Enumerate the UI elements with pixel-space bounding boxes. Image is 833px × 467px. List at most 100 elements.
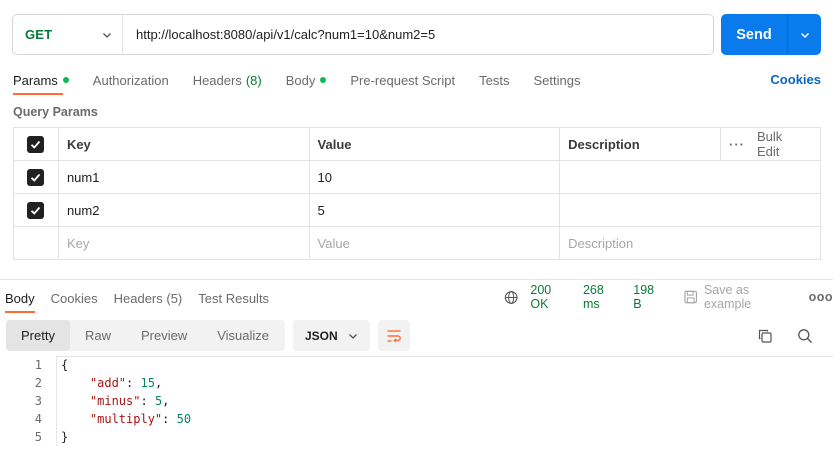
param-value-cell[interactable]: 10 bbox=[308, 160, 561, 194]
json-punctuation: : bbox=[140, 394, 155, 408]
method-label: GET bbox=[25, 27, 53, 42]
select-all-cell bbox=[13, 127, 59, 161]
view-mode-pretty[interactable]: Pretty bbox=[6, 320, 70, 351]
line-number: 3 bbox=[34, 394, 42, 408]
chevron-down-icon bbox=[349, 333, 357, 339]
request-tabs: Params Authorization Headers (8) Body Pre… bbox=[13, 70, 821, 90]
wrap-lines-button[interactable] bbox=[378, 320, 410, 351]
format-label: JSON bbox=[305, 328, 338, 343]
line-number: 2 bbox=[34, 376, 42, 390]
more-options-icon[interactable]: ··· bbox=[729, 137, 745, 152]
line-number: 1 bbox=[34, 358, 42, 372]
wrap-lines-icon bbox=[387, 329, 401, 342]
tab-headers[interactable]: Headers (8) bbox=[193, 73, 262, 88]
active-tab-underline bbox=[13, 93, 63, 95]
code-text: "add": 15, bbox=[42, 376, 162, 390]
code-text: { bbox=[42, 358, 68, 372]
tab-label: Authorization bbox=[92, 72, 169, 88]
search-button[interactable] bbox=[795, 326, 815, 346]
send-dropdown-button[interactable] bbox=[788, 14, 821, 55]
code-text: } bbox=[42, 430, 68, 444]
json-punctuation bbox=[61, 412, 90, 426]
send-button[interactable]: Send bbox=[721, 14, 788, 55]
tab-authorization[interactable]: Authorization bbox=[93, 73, 169, 88]
table-row: num2 5 bbox=[13, 193, 821, 227]
tab-label: Params bbox=[13, 72, 58, 88]
response-size[interactable]: 198 B bbox=[633, 283, 664, 311]
tab-test-results[interactable]: Test Results bbox=[198, 291, 269, 306]
method-select[interactable]: GET bbox=[13, 15, 123, 54]
select-all-checkbox[interactable] bbox=[27, 135, 45, 153]
status-code[interactable]: 200 OK bbox=[530, 283, 571, 311]
tab-response-cookies[interactable]: Cookies bbox=[51, 291, 98, 306]
response-tabs: Body Cookies Headers (5) Test Results bbox=[5, 288, 285, 308]
tab-body[interactable]: Body bbox=[286, 73, 327, 88]
param-value-cell[interactable]: 5 bbox=[308, 193, 561, 227]
table-header-row: Key Value Description ··· Bulk Edit bbox=[13, 127, 821, 161]
tab-response-body[interactable]: Body bbox=[5, 291, 35, 306]
tab-label: Pre-request Script bbox=[350, 72, 456, 88]
column-header-description: Description bbox=[559, 127, 722, 161]
tab-label: Settings bbox=[533, 72, 581, 88]
line-number: 5 bbox=[34, 430, 42, 444]
param-description-cell[interactable] bbox=[559, 160, 821, 194]
query-params-table: Key Value Description ··· Bulk Edit num1… bbox=[13, 127, 821, 260]
tab-params[interactable]: Params bbox=[13, 73, 69, 88]
json-punctuation bbox=[61, 376, 90, 390]
view-mode-visualize[interactable]: Visualize bbox=[202, 320, 284, 351]
bulk-edit-group: ··· Bulk Edit bbox=[729, 129, 812, 159]
tab-response-headers[interactable]: Headers (5) bbox=[114, 291, 183, 306]
copy-button[interactable] bbox=[755, 326, 775, 346]
key-placeholder[interactable]: Key bbox=[57, 226, 310, 260]
save-as-example-button[interactable]: Save as example bbox=[683, 283, 796, 311]
headers-count: (8) bbox=[245, 72, 262, 88]
code-text: "minus": 5, bbox=[42, 394, 170, 408]
tab-label: Headers bbox=[192, 72, 242, 88]
json-punctuation: : bbox=[162, 412, 177, 426]
body-indicator-dot bbox=[320, 77, 327, 83]
param-description-cell[interactable] bbox=[559, 193, 821, 227]
save-icon bbox=[683, 290, 697, 304]
tab-tests[interactable]: Tests bbox=[479, 73, 509, 88]
url-input[interactable] bbox=[123, 15, 713, 54]
json-punctuation: : bbox=[126, 376, 141, 390]
cookies-link[interactable]: Cookies bbox=[770, 72, 821, 87]
json-number: 50 bbox=[176, 412, 192, 426]
response-time[interactable]: 268 ms bbox=[583, 283, 622, 311]
tab-settings[interactable]: Settings bbox=[533, 73, 580, 88]
format-select[interactable]: JSON bbox=[293, 320, 370, 351]
value-placeholder[interactable]: Value bbox=[308, 226, 561, 260]
globe-icon[interactable] bbox=[504, 290, 518, 305]
param-key-cell[interactable]: num1 bbox=[57, 160, 310, 194]
row-checkbox[interactable] bbox=[27, 168, 45, 186]
pane-divider[interactable] bbox=[0, 279, 833, 280]
code-line: 5} bbox=[0, 428, 833, 446]
view-mode-preview[interactable]: Preview bbox=[126, 320, 202, 351]
param-key-cell[interactable]: num2 bbox=[57, 193, 310, 227]
column-header-key: Key bbox=[57, 127, 310, 161]
tab-label: Body bbox=[285, 72, 316, 88]
json-key: "minus" bbox=[89, 394, 141, 408]
column-header-value: Value bbox=[308, 127, 561, 161]
description-placeholder[interactable]: Description bbox=[559, 226, 821, 260]
more-options-icon[interactable]: ooo bbox=[809, 290, 833, 304]
row-checkbox-cell bbox=[13, 160, 59, 194]
check-icon bbox=[31, 206, 41, 215]
tab-pre-request-script[interactable]: Pre-request Script bbox=[350, 73, 455, 88]
query-params-title: Query Params bbox=[13, 105, 98, 119]
chevron-down-icon bbox=[800, 32, 809, 38]
table-row: num1 10 bbox=[13, 160, 821, 194]
json-punctuation: } bbox=[61, 430, 69, 444]
code-line: 3 "minus": 5, bbox=[0, 392, 833, 410]
response-body-code[interactable]: 1{2 "add": 15, 3 "minus": 5, 4 "multiply":… bbox=[0, 356, 833, 467]
json-key: "add" bbox=[89, 376, 127, 390]
row-checkbox[interactable] bbox=[27, 201, 45, 219]
line-number: 4 bbox=[34, 412, 42, 426]
check-icon bbox=[31, 140, 41, 149]
params-indicator-dot bbox=[62, 77, 69, 83]
bulk-edit-button[interactable]: Bulk Edit bbox=[757, 129, 806, 159]
row-checkbox-cell bbox=[13, 193, 59, 227]
view-mode-raw[interactable]: Raw bbox=[70, 320, 126, 351]
save-as-example-label: Save as example bbox=[703, 283, 752, 311]
empty-checkbox-cell bbox=[13, 226, 59, 260]
